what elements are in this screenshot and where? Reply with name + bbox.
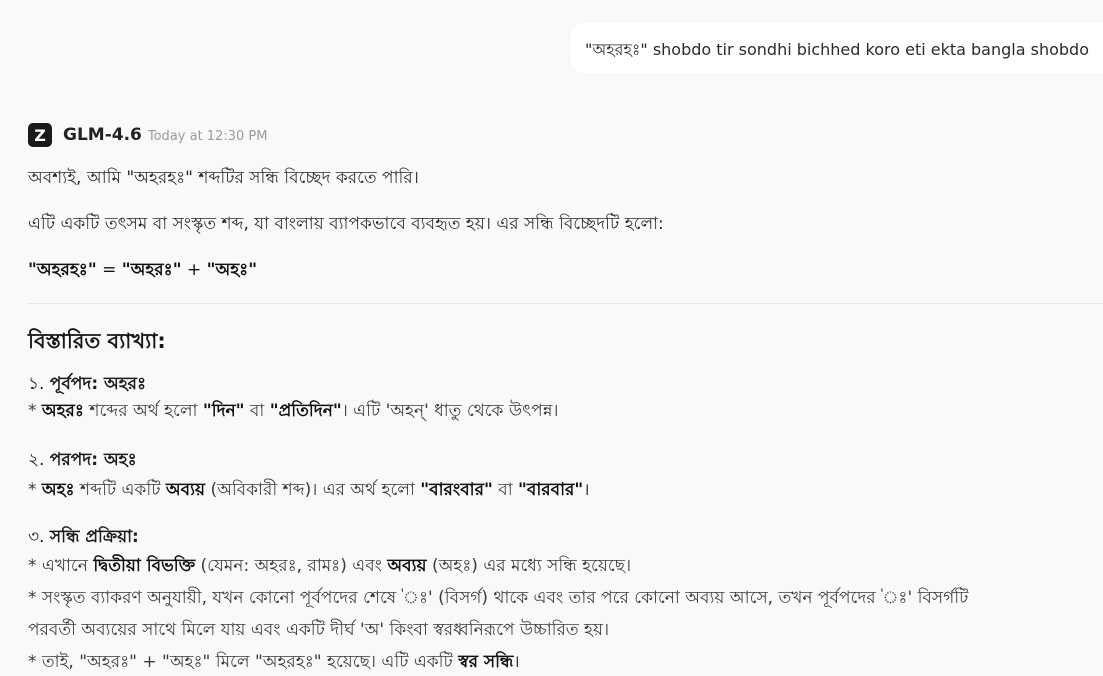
- intro-paragraph: অবশ্যই, আমি "অহরহঃ" শব্দটির সন্ধি বিচ্ছে…: [28, 168, 419, 188]
- section-3-heading: ৩. সন্ধি প্রক্রিয়া:: [28, 524, 139, 552]
- text: । এটি 'অহন্' ধাতু থেকে উৎপন্ন।: [341, 401, 559, 421]
- section-3-number: ৩.: [28, 527, 45, 547]
- section-divider: [28, 303, 1103, 304]
- text: শব্দের অর্থ হলো: [83, 401, 203, 421]
- message-timestamp: Today at 12:30 PM: [147, 129, 268, 144]
- meaning-din: "দিন": [202, 401, 245, 421]
- text: * এখানে: [28, 556, 94, 576]
- section-2-number: ২.: [28, 450, 45, 470]
- equation-word: "অহরহঃ": [28, 260, 97, 280]
- text: * তাই, "অহরঃ" + "অহঃ" মিলে "অহরহঃ" হয়েছ…: [28, 652, 459, 672]
- text: (অহঃ) এর মধ্যে সন্ধি হয়েছে।: [426, 556, 632, 576]
- chat-page: "অহরহঃ" shobdo tir sondhi bichhed koro e…: [0, 0, 1103, 676]
- term-dwitiya-bibhakti: দ্বিতীয়া বিভক্তি: [93, 556, 196, 576]
- section-3-line-2a: * সংস্কৃত ব্যাকরণ অনুযায়ী, যখন কোনো পূর…: [28, 588, 969, 608]
- term-ahorah: অহরঃ: [41, 401, 84, 421]
- model-name: GLM-4.6: [63, 125, 142, 145]
- term-obyoy: অব্যয়: [387, 556, 427, 576]
- text: (যেমন: অহরঃ, রামঃ) এবং: [195, 556, 388, 576]
- section-3-line-3: * তাই, "অহরঃ" + "অহঃ" মিলে "অহরহঃ" হয়েছ…: [28, 650, 520, 674]
- sandhi-equation: "অহরহঃ" = "অহরঃ" + "অহঃ": [28, 258, 257, 282]
- detail-heading: বিস্তারিত ব্যাখ্যা:: [28, 329, 166, 353]
- section-2-title: পরপদ: অহঃ: [49, 450, 137, 470]
- equation-part2: "অহঃ": [206, 260, 258, 280]
- text: (অবিকারী শব্দ)। এর অর্থ হলো: [205, 480, 421, 500]
- description-paragraph: এটি একটি তৎসম বা সংস্কৃত শব্দ, যা বাংলায…: [28, 214, 664, 234]
- meaning-barbar: "বারবার": [518, 480, 584, 500]
- logo-letter: Z: [34, 125, 46, 145]
- section-3-line-2b: পরবর্তী অব্যয়ের সাথে মিলে যায় এবং একটি…: [28, 620, 610, 640]
- section-3-title: সন্ধি প্রক্রিয়া:: [49, 527, 139, 547]
- meaning-protidin: "প্রতিদিন": [269, 401, 342, 421]
- text: বা: [244, 401, 270, 421]
- term-obyoy: অব্যয়: [165, 480, 206, 500]
- meaning-barongbar: "বারংবার": [420, 480, 493, 500]
- text: বা: [492, 480, 519, 500]
- user-message-bubble: "অহরহঃ" shobdo tir sondhi bichhed koro e…: [571, 23, 1103, 73]
- section-1-title: পূর্বপদ: অহরঃ: [49, 374, 147, 394]
- equation-plus: +: [181, 260, 207, 280]
- term-ahah: অহঃ: [41, 480, 75, 500]
- text: শব্দটি একটি: [74, 480, 166, 500]
- section-3-line-1: * এখানে দ্বিতীয়া বিভক্তি (যেমন: অহরঃ, র…: [28, 554, 631, 578]
- section-1-line: * অহরঃ শব্দের অর্থ হলো "দিন" বা "প্রতিদি…: [28, 399, 559, 423]
- section-1-number: ১.: [28, 374, 45, 394]
- section-1-heading: ১. পূর্বপদ: অহরঃ: [28, 371, 146, 399]
- term-swor-sondhi: স্বর সন্ধি: [458, 652, 514, 672]
- equation-equals: =: [96, 260, 122, 280]
- zhipu-logo-icon: Z: [28, 123, 52, 147]
- model-header: Z GLM-4.6 Today at 12:30 PM: [28, 122, 1103, 148]
- equation-part1: "অহরঃ": [121, 260, 182, 280]
- assistant-message: Z GLM-4.6 Today at 12:30 PM অবশ্যই, আমি …: [28, 122, 1103, 672]
- section-2-line: * অহঃ শব্দটি একটি অব্যয় (অবিকারী শব্দ)।…: [28, 478, 590, 502]
- section-2-heading: ২. পরপদ: অহঃ: [28, 447, 137, 475]
- text: ।: [583, 480, 590, 500]
- bullet: *: [28, 401, 42, 421]
- text: ।: [513, 652, 520, 672]
- bullet: *: [28, 480, 42, 500]
- user-message-text: "অহরহঃ" shobdo tir sondhi bichhed koro e…: [585, 40, 1089, 59]
